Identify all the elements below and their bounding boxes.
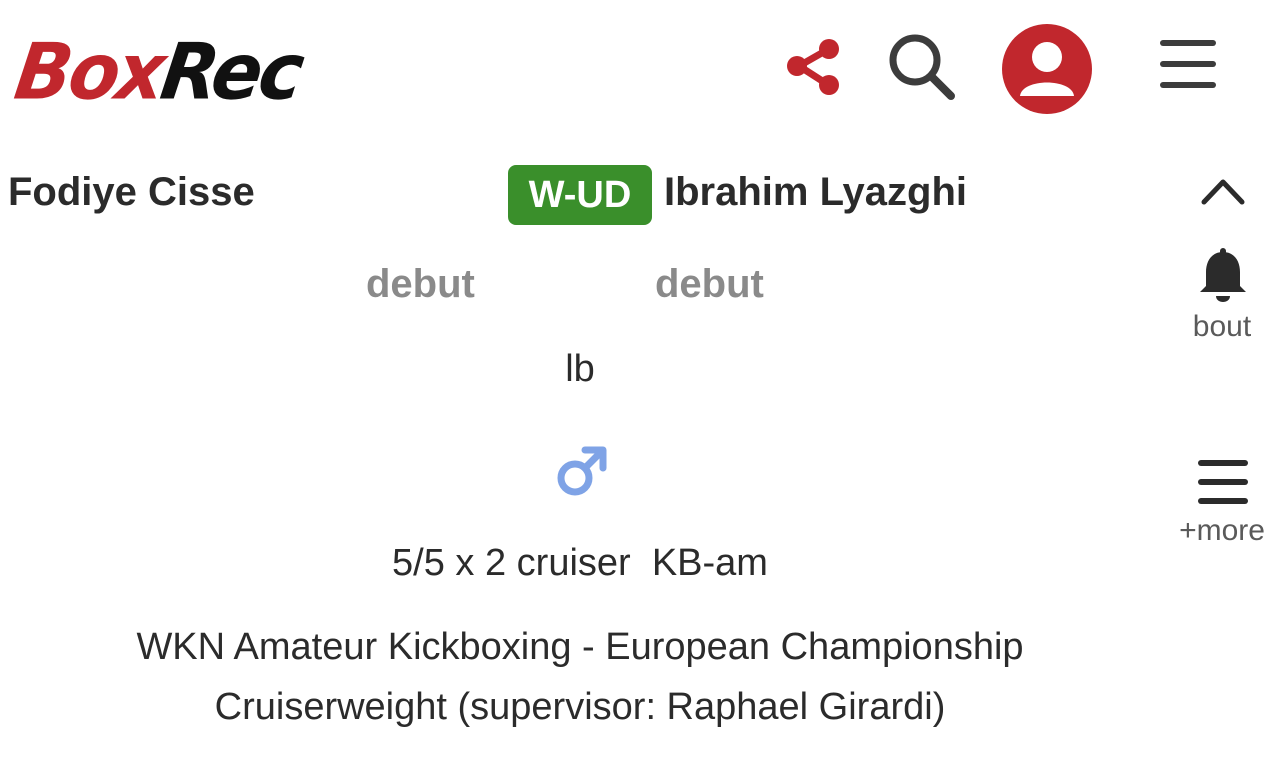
bout-title-line1: WKN Amateur Kickboxing - European Champi… (136, 626, 1024, 668)
male-symbol-icon (555, 446, 607, 498)
bell-icon[interactable] (1196, 248, 1250, 306)
more-label[interactable]: +more (1160, 514, 1284, 548)
search-icon[interactable] (885, 30, 957, 102)
logo-box-text: Box (9, 26, 169, 118)
menu-icon[interactable] (1158, 36, 1218, 92)
result-badge: W-UD (508, 165, 652, 225)
fighter-left-record: debut (366, 262, 475, 306)
bout-page: BoxRec Fodiye Cisse W-UD Ibrahim Lyazghi… (0, 0, 1284, 772)
bout-label[interactable]: bout (1160, 310, 1284, 344)
weight-unit: lb (565, 348, 595, 390)
user-avatar-icon[interactable] (1002, 24, 1092, 114)
more-menu-icon[interactable] (1196, 458, 1250, 506)
boxrec-logo[interactable]: BoxRec (10, 26, 307, 118)
fighter-right-record: debut (655, 262, 764, 306)
chevron-up-icon[interactable] (1198, 170, 1248, 210)
fighter-right-name[interactable]: Ibrahim Lyazghi (664, 170, 967, 215)
bout-title-line2: Cruiserweight (supervisor: Raphael Girar… (214, 686, 946, 728)
share-icon[interactable] (785, 38, 843, 96)
fighter-left-name[interactable]: Fodiye Cisse (8, 170, 255, 215)
logo-rec-text: Rec (155, 26, 307, 118)
bout-info: 5/5 x 2 cruiser KB-am (392, 542, 768, 584)
